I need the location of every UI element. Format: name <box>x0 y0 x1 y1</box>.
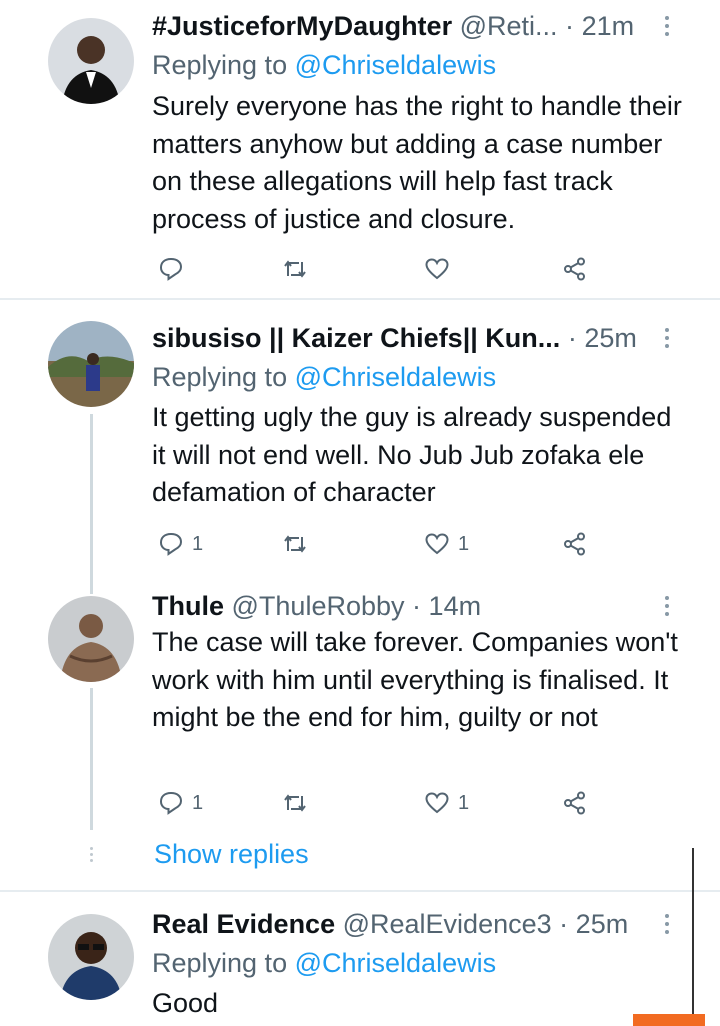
tweet-text: Surely everyone has the right to handle … <box>152 91 682 234</box>
accent-bar <box>633 1014 705 1026</box>
tweet-actions <box>152 252 592 286</box>
tweet-header: Thule @ThuleRobby · 14m <box>152 588 672 624</box>
reply-button[interactable]: 1 <box>158 527 203 561</box>
display-name[interactable]: Thule <box>152 591 224 621</box>
tweet-header: Real Evidence @RealEvidence3 · 25m <box>152 906 672 942</box>
show-replies-link[interactable]: Show replies <box>154 836 309 872</box>
share-button[interactable] <box>562 786 588 820</box>
reply-button[interactable] <box>158 252 184 286</box>
separator-dot: · <box>567 323 577 353</box>
display-name[interactable]: Real Evidence <box>152 909 335 939</box>
avatar[interactable] <box>48 321 134 407</box>
share-icon <box>564 257 585 281</box>
timestamp[interactable]: 25m <box>576 909 629 939</box>
user-handle[interactable]: @Reti... <box>460 11 558 41</box>
reply-icon <box>159 257 183 281</box>
user-handle[interactable]: @RealEvidence3 <box>343 909 552 939</box>
avatar[interactable] <box>48 18 134 104</box>
like-button[interactable]: 1 <box>424 527 469 561</box>
more-icon[interactable] <box>662 592 672 622</box>
avatar[interactable] <box>48 596 134 682</box>
mention-link[interactable]: @Chriseldalewis <box>295 948 496 978</box>
reply-icon <box>159 532 183 556</box>
tweet-header: #JusticeforMyDaughter @Reti... · 21m <box>152 8 672 44</box>
share-icon <box>564 791 585 815</box>
more-icon[interactable] <box>662 324 672 354</box>
divider <box>0 890 720 892</box>
like-count: 1 <box>458 791 470 814</box>
replying-prefix: Replying to <box>152 948 288 978</box>
reply-count: 1 <box>192 532 204 555</box>
replying-prefix: Replying to <box>152 50 288 80</box>
like-icon <box>425 533 449 555</box>
tweet-actions: 1 1 <box>152 527 592 561</box>
tweet-text: Good <box>152 988 219 1018</box>
retweet-icon <box>284 535 306 553</box>
retweet-icon <box>284 794 306 812</box>
retweet-button[interactable] <box>282 786 308 820</box>
replying-to: Replying to @Chriseldalewis <box>152 47 496 83</box>
scrollbar[interactable] <box>692 848 694 1018</box>
retweet-icon <box>284 260 306 278</box>
tweet-header: sibusiso || Kaizer Chiefs|| Kun... · 25m <box>152 320 672 356</box>
thread-line <box>90 414 93 594</box>
timestamp[interactable]: 14m <box>429 591 482 621</box>
divider <box>0 298 720 300</box>
more-icon[interactable] <box>662 910 672 940</box>
like-icon <box>425 792 449 814</box>
retweet-button[interactable] <box>282 527 308 561</box>
separator-dot: · <box>412 591 422 621</box>
reply-count: 1 <box>192 791 204 814</box>
retweet-button[interactable] <box>282 252 308 286</box>
timestamp[interactable]: 21m <box>582 11 635 41</box>
mention-link[interactable]: @Chriseldalewis <box>295 50 496 80</box>
like-button[interactable]: 1 <box>424 786 469 820</box>
like-count: 1 <box>458 532 470 555</box>
thread-line <box>90 688 93 830</box>
like-button[interactable] <box>424 252 450 286</box>
share-button[interactable] <box>562 527 588 561</box>
separator-dot: · <box>565 11 575 41</box>
more-icon[interactable] <box>662 12 672 42</box>
user-handle[interactable]: @ThuleRobby <box>232 591 405 621</box>
timestamp[interactable]: 25m <box>584 323 637 353</box>
like-icon <box>425 258 449 280</box>
share-button[interactable] <box>562 252 588 286</box>
replying-to: Replying to @Chriseldalewis <box>152 945 496 981</box>
tweet-text: The case will take forever. Companies wo… <box>152 627 678 732</box>
display-name[interactable]: #JusticeforMyDaughter <box>152 11 452 41</box>
avatar[interactable] <box>48 914 134 1000</box>
replying-to: Replying to @Chriseldalewis <box>152 359 496 395</box>
display-name[interactable]: sibusiso || Kaizer Chiefs|| Kun... <box>152 323 560 353</box>
replying-prefix: Replying to <box>152 362 288 392</box>
tweet-actions: 1 1 <box>152 786 592 820</box>
tweet-text: It getting ugly the guy is already suspe… <box>152 402 672 507</box>
separator-dot: · <box>559 909 569 939</box>
thread-dots <box>88 844 94 865</box>
reply-button[interactable]: 1 <box>158 786 203 820</box>
share-icon <box>564 532 585 556</box>
reply-icon <box>159 791 183 815</box>
mention-link[interactable]: @Chriseldalewis <box>295 362 496 392</box>
